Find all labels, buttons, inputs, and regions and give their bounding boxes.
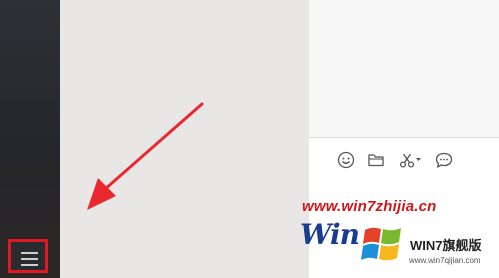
chat-toolbar (309, 150, 499, 172)
hamburger-menu-icon-line (21, 264, 38, 266)
message-area (309, 0, 499, 138)
emoji-icon[interactable] (336, 150, 356, 170)
watermark-brand: WIN7旗舰版 (410, 238, 482, 253)
windows-logo-icon (361, 227, 401, 261)
hamburger-menu-icon (21, 252, 38, 254)
folder-icon[interactable] (366, 150, 386, 170)
chat-bubble-icon[interactable] (434, 150, 454, 170)
watermark-win-text: Win (300, 218, 360, 251)
chat-list-pane (60, 0, 309, 278)
left-sidebar (0, 0, 60, 278)
menu-button[interactable] (8, 239, 48, 273)
scissors-icon[interactable] (397, 150, 423, 170)
watermark-url: www.win7zhijia.cn (302, 198, 437, 215)
watermark-site: www.win7qijian.com (409, 256, 481, 265)
hamburger-menu-icon-line (21, 258, 38, 260)
annotation-arrow (87, 102, 204, 210)
